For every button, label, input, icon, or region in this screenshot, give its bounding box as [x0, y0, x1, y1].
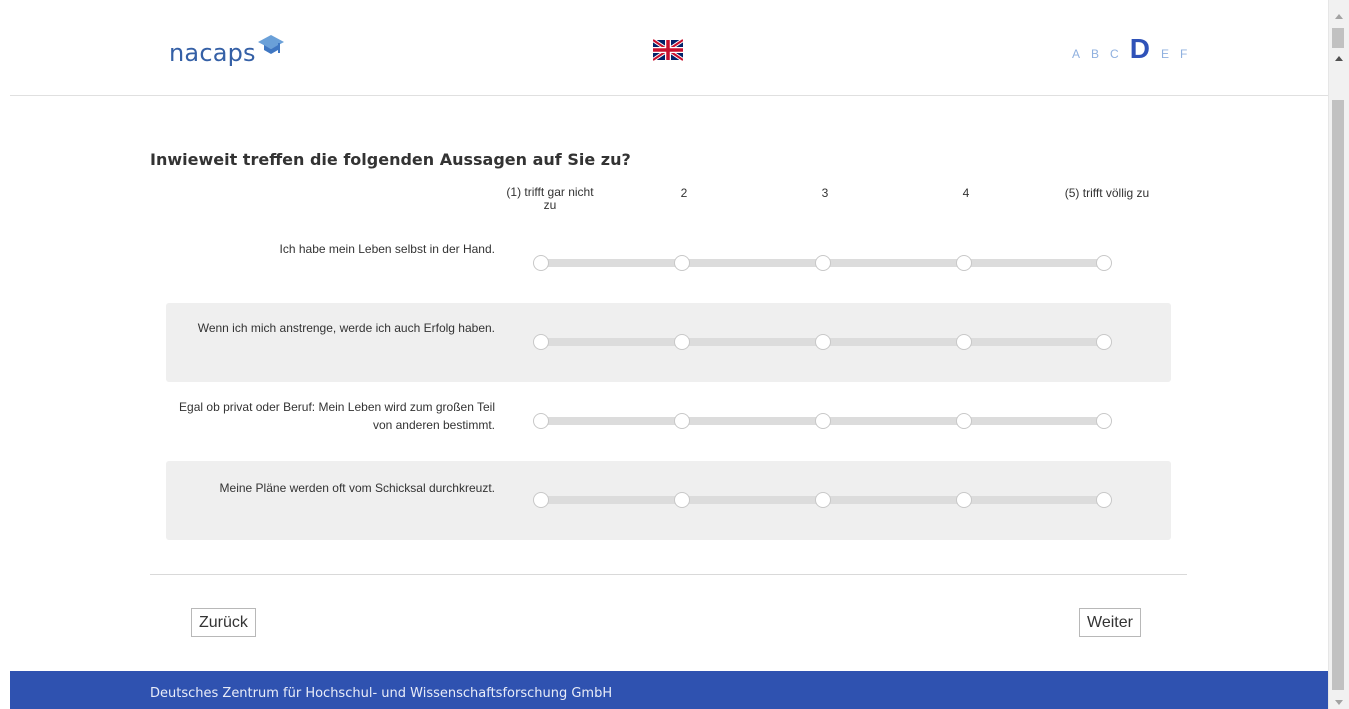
radio-option-3[interactable]: [815, 492, 831, 508]
item-row-4: Meine Pläne werden oft vom Schicksal dur…: [166, 461, 1171, 540]
item-label: Egal ob privat oder Beruf: Mein Leben wi…: [179, 400, 495, 432]
radio-option-4[interactable]: [956, 413, 972, 429]
radio-option-1[interactable]: [533, 492, 549, 508]
section-c: C: [1110, 47, 1119, 61]
scale-label-5: (5) trifft völlig zu: [1064, 186, 1150, 200]
question-title: Inwieweit treffen die folgenden Aussagen…: [150, 150, 631, 169]
item-row-2: Wenn ich mich anstrenge, werde ich auch …: [166, 303, 1171, 382]
section-e: E: [1160, 47, 1169, 61]
radio-option-5[interactable]: [1096, 413, 1112, 429]
scrollbar-thumb-top[interactable]: [1332, 28, 1344, 48]
scroll-up-arrow-icon[interactable]: [1335, 56, 1343, 61]
item-label: Ich habe mein Leben selbst in der Hand.: [279, 242, 495, 256]
scale-label-2: 2: [680, 186, 688, 200]
radio-option-4[interactable]: [956, 255, 972, 271]
scrollbar-thumb[interactable]: [1332, 100, 1344, 690]
survey-page: nacaps A B C D E F Inwieweit treffen die…: [0, 0, 1328, 709]
radio-option-1[interactable]: [533, 255, 549, 271]
radio-option-1[interactable]: [533, 413, 549, 429]
footer: Deutsches Zentrum für Hochschul- und Wis…: [10, 671, 1328, 709]
radio-option-5[interactable]: [1096, 334, 1112, 350]
next-button[interactable]: Weiter: [1079, 608, 1141, 637]
radio-option-2[interactable]: [674, 492, 690, 508]
header: nacaps A B C D E F: [10, 0, 1328, 96]
section-d-active: D: [1129, 33, 1150, 64]
item-label: Wenn ich mich anstrenge, werde ich auch …: [197, 321, 495, 335]
item-row-3: Egal ob privat oder Beruf: Mein Leben wi…: [166, 382, 1171, 461]
scale-label-3: 3: [821, 186, 829, 200]
radio-option-2[interactable]: [674, 334, 690, 350]
scale-label-1: (1) trifft gar nicht zu: [506, 185, 594, 212]
section-a: A: [1072, 47, 1081, 61]
radio-option-3[interactable]: [815, 413, 831, 429]
logo-text: nacaps: [169, 39, 256, 67]
radio-option-4[interactable]: [956, 492, 972, 508]
section-b: B: [1091, 47, 1100, 61]
section-progress: A B C D E F: [1072, 33, 1187, 65]
section-f: F: [1179, 47, 1188, 61]
uk-flag-icon[interactable]: [653, 39, 683, 61]
nacaps-logo[interactable]: nacaps: [169, 34, 285, 68]
item-row-1: Ich habe mein Leben selbst in der Hand.: [166, 224, 1171, 303]
radio-option-5[interactable]: [1096, 255, 1112, 271]
radio-option-4[interactable]: [956, 334, 972, 350]
footer-text: Deutsches Zentrum für Hochschul- und Wis…: [150, 686, 613, 701]
radio-option-3[interactable]: [815, 255, 831, 271]
scale-label-4: 4: [962, 186, 970, 200]
back-button[interactable]: Zurück: [191, 608, 256, 637]
radio-option-2[interactable]: [674, 413, 690, 429]
radio-option-1[interactable]: [533, 334, 549, 350]
radio-option-3[interactable]: [815, 334, 831, 350]
scroll-down-arrow-icon[interactable]: [1335, 700, 1343, 705]
scroll-up-arrow-icon[interactable]: [1335, 14, 1343, 19]
vertical-scrollbar[interactable]: [1328, 0, 1349, 709]
item-label: Meine Pläne werden oft vom Schicksal dur…: [219, 481, 495, 495]
divider: [150, 574, 1187, 575]
radio-option-2[interactable]: [674, 255, 690, 271]
graduation-cap-icon: [257, 35, 284, 54]
radio-option-5[interactable]: [1096, 492, 1112, 508]
